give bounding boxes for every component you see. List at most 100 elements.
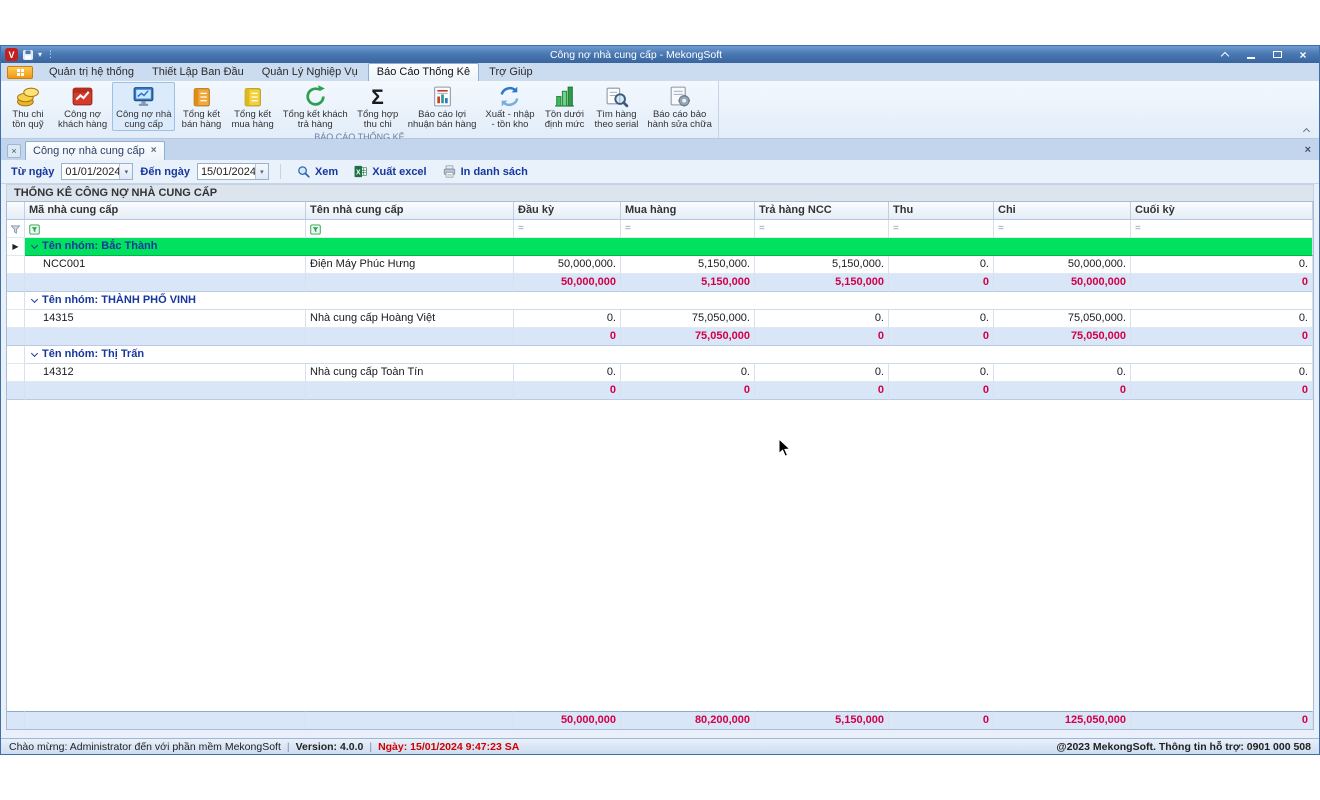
ribbon-tab-3[interactable]: Quản Lý Nghiệp Vụ	[254, 64, 366, 81]
close-tab-icon[interactable]: ×	[151, 145, 157, 157]
group-row[interactable]: ▶Tên nhóm: Bắc Thành	[7, 238, 1313, 256]
to-date-dropdown-icon[interactable]: ▾	[255, 164, 268, 179]
group-label-cell[interactable]: Tên nhóm: Bắc Thành	[25, 238, 1313, 256]
from-date-dropdown-icon[interactable]: ▾	[119, 164, 132, 179]
cell-value-6[interactable]: 0.	[1131, 310, 1313, 328]
filter-row-indicator[interactable]	[7, 220, 25, 238]
print-button[interactable]: In danh sách	[438, 162, 532, 181]
subtotal-value-2: 75,050,000	[621, 328, 755, 346]
doc-tab-supplier-debt[interactable]: Công nợ nhà cung cấp ×	[25, 141, 165, 160]
cell-value-2[interactable]: 5,150,000.	[621, 256, 755, 274]
cell-supplier-code[interactable]: 14312	[25, 364, 306, 382]
app-logo-icon[interactable]: V	[5, 48, 18, 61]
ribbon-button-5[interactable]: Tổng kếtmua hàng	[227, 82, 277, 131]
close-button[interactable]: ×	[1295, 49, 1311, 61]
filter-cell-7[interactable]: =	[994, 220, 1131, 238]
ribbon-button-9[interactable]: Xuất - nhập- tồn kho	[481, 82, 538, 131]
table-row[interactable]: 14312Nhà cung cấp Toàn Tín0.0.0.0.0.0.	[7, 364, 1313, 382]
table-row[interactable]: 14315Nhà cung cấp Hoàng Việt0.75,050,000…	[7, 310, 1313, 328]
export-excel-button[interactable]: X Xuất excel	[349, 162, 430, 181]
app-menu-button[interactable]	[7, 66, 33, 79]
warranty-repair-icon	[667, 84, 692, 109]
cell-value-1[interactable]: 0.	[514, 310, 621, 328]
cell-value-3[interactable]: 5,150,000.	[755, 256, 889, 274]
ribbon-tab-2[interactable]: Thiết Lập Ban Đầu	[144, 64, 252, 81]
ribbon-tab-1[interactable]: Quản trị hệ thống	[41, 64, 142, 81]
ribbon-button-12[interactable]: Báo cáo bảohành sửa chữa	[643, 82, 715, 131]
table-row[interactable]: NCC001Điện Máy Phúc Hưng50,000,000.5,150…	[7, 256, 1313, 274]
column-header-6[interactable]: Thu	[889, 202, 994, 220]
cell-value-1[interactable]: 0.	[514, 364, 621, 382]
column-header-3[interactable]: Đầu kỳ	[514, 202, 621, 220]
cell-value-2[interactable]: 0.	[621, 364, 755, 382]
ribbon-button-label: Xuất - nhập- tồn kho	[485, 110, 534, 130]
cell-supplier-name[interactable]: Điện Máy Phúc Hưng	[306, 256, 514, 274]
column-header-1[interactable]: Mã nhà cung cấp	[25, 202, 306, 220]
ribbon-button-10[interactable]: Tồn dướiđịnh mức	[540, 82, 590, 131]
filter-cell-1[interactable]	[25, 220, 306, 238]
collapse-chevron-icon[interactable]	[31, 241, 38, 248]
column-header-8[interactable]: Cuối kỳ	[1131, 202, 1313, 220]
cell-supplier-code[interactable]: 14315	[25, 310, 306, 328]
low-stock-icon	[552, 84, 577, 109]
cell-value-4[interactable]: 0.	[889, 364, 994, 382]
grid-corner-cell[interactable]	[7, 202, 25, 220]
cell-value-1[interactable]: 50,000,000.	[514, 256, 621, 274]
filter-cell-5[interactable]: =	[755, 220, 889, 238]
group-row[interactable]: Tên nhóm: Thị Trấn	[7, 346, 1313, 364]
group-label-cell[interactable]: Tên nhóm: Thị Trấn	[25, 346, 1313, 364]
collapse-chevron-icon[interactable]	[31, 295, 38, 302]
ribbon-button-6[interactable]: Tổng kết kháchtrả hàng	[279, 82, 352, 131]
column-header-5[interactable]: Trả hàng NCC	[755, 202, 889, 220]
cell-value-5[interactable]: 50,000,000.	[994, 256, 1131, 274]
column-header-4[interactable]: Mua hàng	[621, 202, 755, 220]
toolbar-overflow-icon[interactable]: ⋮	[46, 49, 55, 60]
view-button[interactable]: Xem	[292, 162, 342, 181]
subtotal-value-4: 0	[889, 382, 994, 400]
maximize-button[interactable]	[1269, 49, 1285, 61]
filter-cell-3[interactable]: =	[514, 220, 621, 238]
save-icon[interactable]	[22, 49, 34, 61]
collapse-chevron-icon[interactable]	[31, 349, 38, 356]
cell-value-6[interactable]: 0.	[1131, 364, 1313, 382]
cell-supplier-name[interactable]: Nhà cung cấp Toàn Tín	[306, 364, 514, 382]
filter-cell-4[interactable]: =	[621, 220, 755, 238]
ribbon-button-1[interactable]: Thu chitồn quỹ	[3, 82, 53, 131]
ribbon-tab-5[interactable]: Trợ Giúp	[481, 64, 540, 81]
ribbon-button-3[interactable]: Công nợ nhàcung cấp	[112, 82, 175, 131]
column-header-2[interactable]: Tên nhà cung cấp	[306, 202, 514, 220]
ribbon-collapse-icon[interactable]	[1299, 125, 1313, 135]
ribbon-button-11[interactable]: Tìm hàngtheo serial	[591, 82, 643, 131]
minimize-button[interactable]	[1243, 49, 1259, 61]
cell-value-3[interactable]: 0.	[755, 364, 889, 382]
ribbon-tab-4[interactable]: Báo Cáo Thống Kê	[368, 63, 479, 81]
filter-cell-6[interactable]: =	[889, 220, 994, 238]
cell-supplier-name[interactable]: Nhà cung cấp Hoàng Việt	[306, 310, 514, 328]
group-row[interactable]: Tên nhóm: THÀNH PHỐ VINH	[7, 292, 1313, 310]
printer-icon	[442, 164, 457, 179]
cell-value-5[interactable]: 0.	[994, 364, 1131, 382]
row-indicator	[7, 256, 25, 274]
cell-supplier-code[interactable]: NCC001	[25, 256, 306, 274]
tabstrip-close-icon[interactable]: ×	[1305, 144, 1311, 156]
to-date-input[interactable]: 15/01/2024 ▾	[197, 163, 269, 180]
ribbon-button-7[interactable]: ΣTổng hợpthu chi	[353, 82, 403, 131]
filter-cell-2[interactable]	[306, 220, 514, 238]
ribbon-button-8[interactable]: Báo cáo lợinhuận bán hàng	[404, 82, 481, 131]
column-header-7[interactable]: Chi	[994, 202, 1131, 220]
cell-value-6[interactable]: 0.	[1131, 256, 1313, 274]
group-label-cell[interactable]: Tên nhóm: THÀNH PHỐ VINH	[25, 292, 1313, 310]
cell-value-3[interactable]: 0.	[755, 310, 889, 328]
ribbon-options-icon[interactable]	[1217, 49, 1233, 61]
cell-value-4[interactable]: 0.	[889, 256, 994, 274]
quick-access-caret-icon[interactable]: ▾	[38, 51, 42, 59]
close-all-tabs-icon[interactable]: ×	[7, 144, 21, 158]
ribbon-button-label: Tổng kết kháchtrả hàng	[283, 110, 348, 130]
ribbon-button-4[interactable]: Tổng kếtbán hàng	[176, 82, 226, 131]
filter-cell-8[interactable]: =	[1131, 220, 1313, 238]
cell-value-4[interactable]: 0.	[889, 310, 994, 328]
ribbon-button-2[interactable]: Công nợkhách hàng	[54, 82, 111, 131]
from-date-input[interactable]: 01/01/2024 ▾	[61, 163, 133, 180]
cell-value-5[interactable]: 75,050,000.	[994, 310, 1131, 328]
cell-value-2[interactable]: 75,050,000.	[621, 310, 755, 328]
